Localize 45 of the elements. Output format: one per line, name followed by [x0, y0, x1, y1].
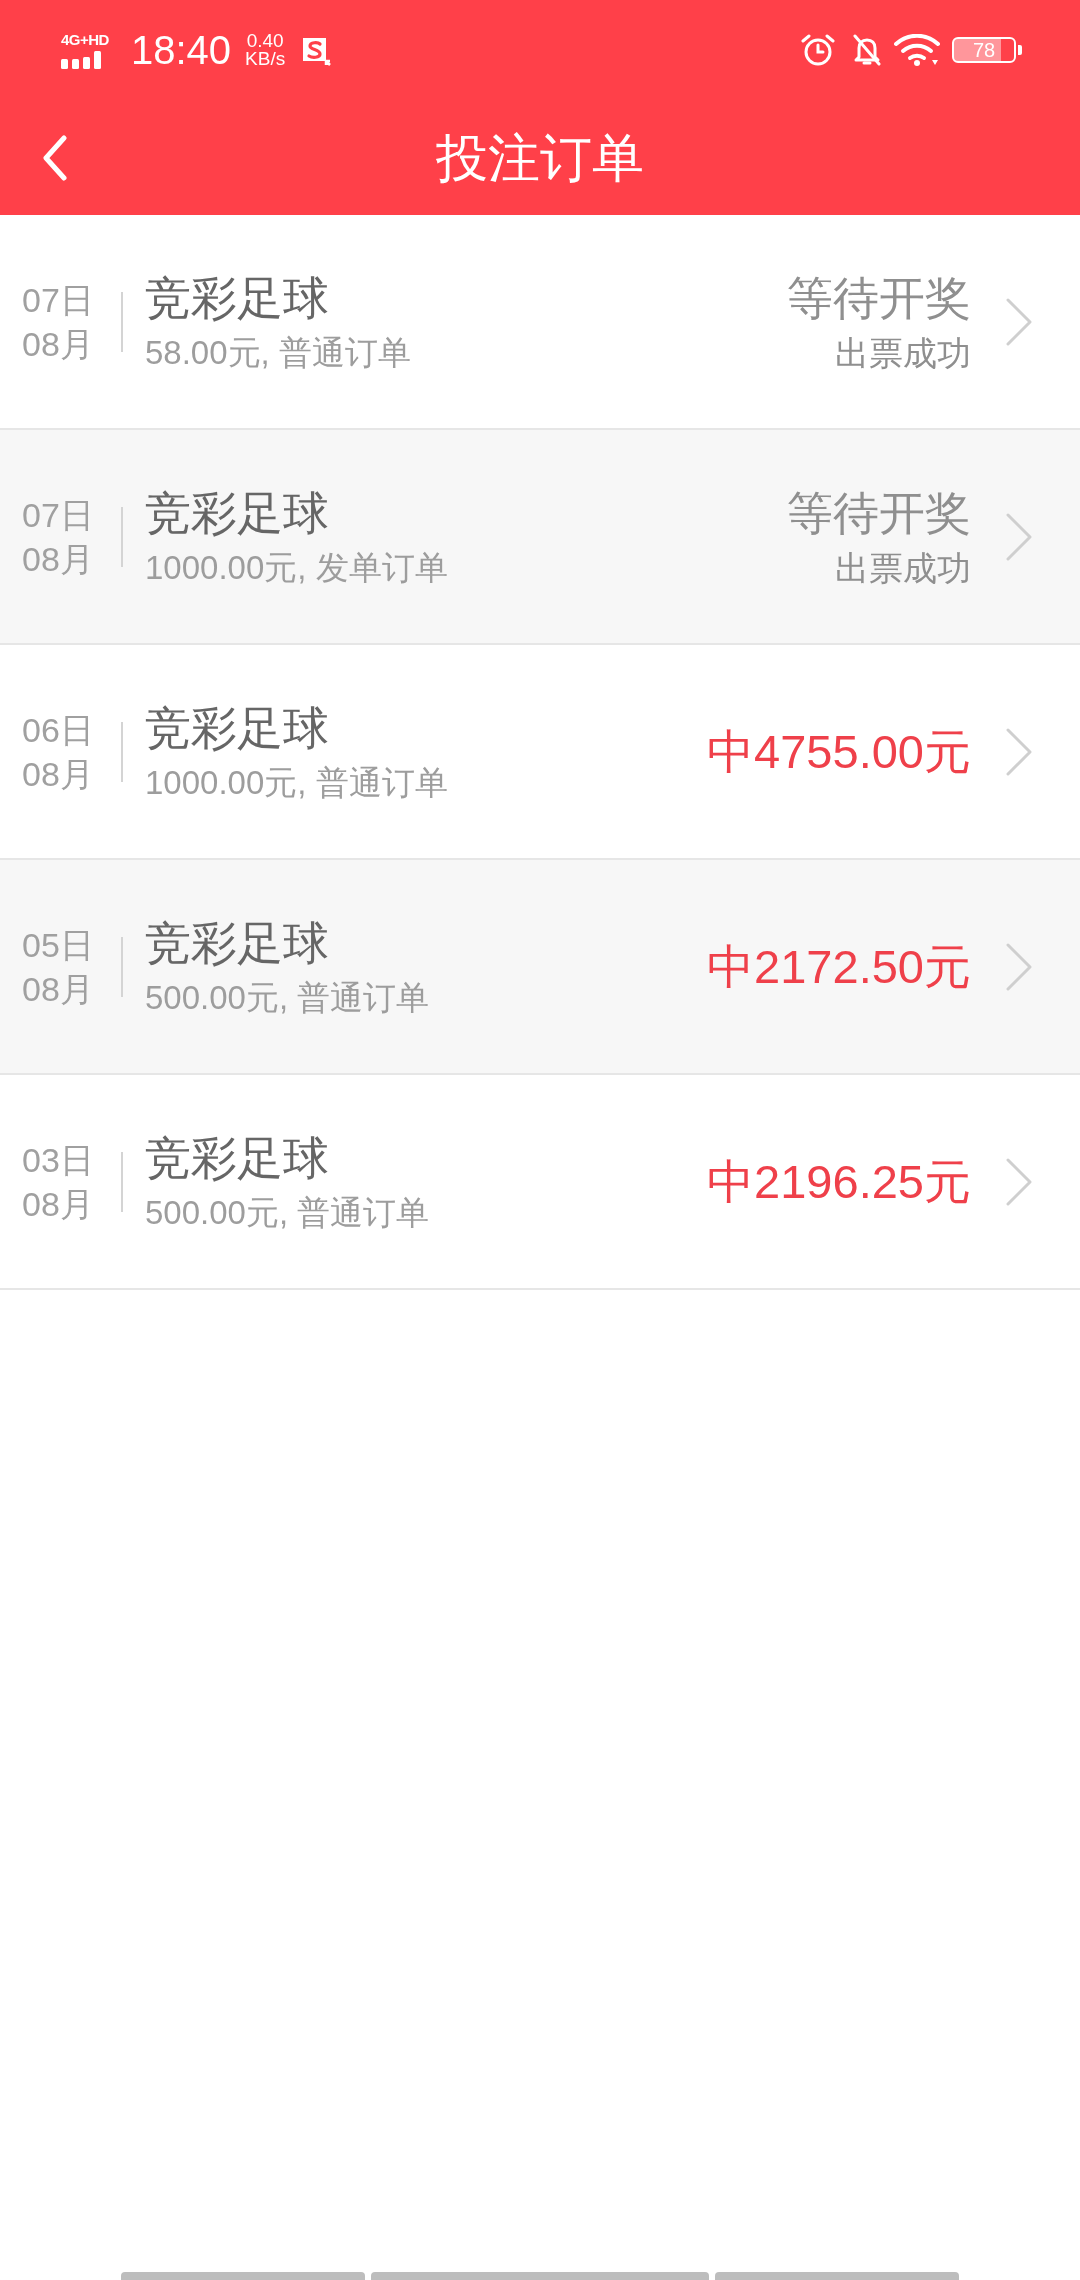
- chevron-right-icon: [1005, 296, 1033, 347]
- order-month: 08月: [22, 968, 95, 1010]
- order-day: 03日: [22, 1137, 98, 1182]
- wifi-icon: [894, 34, 940, 66]
- ticket-status: 出票成功: [835, 332, 971, 374]
- order-detail: 1000.00元, 普通订单: [145, 762, 449, 803]
- order-day: 05日: [22, 922, 98, 967]
- ticket-status: 出票成功: [835, 547, 971, 589]
- order-title: 竞彩足球: [145, 1130, 330, 1186]
- page-title: 投注订单: [436, 127, 644, 188]
- chevron-right-icon: [1005, 511, 1033, 562]
- order-month: 08月: [22, 753, 95, 795]
- network-speed-value: 0.40: [246, 32, 284, 50]
- signal-icon: [61, 50, 103, 69]
- order-status: 等待开奖: [787, 485, 971, 541]
- order-day: 07日: [22, 492, 98, 537]
- order-month: 08月: [22, 323, 95, 365]
- network-speed-unit: KB/s: [245, 50, 286, 68]
- order-title: 竞彩足球: [145, 915, 330, 971]
- order-month: 08月: [22, 538, 95, 580]
- chevron-right-icon: [1005, 941, 1033, 992]
- status-time: 18:40: [131, 30, 232, 70]
- order-title: 竞彩足球: [145, 485, 330, 541]
- prize-amount: 中2172.50元: [707, 938, 971, 995]
- chevron-right-icon: [1005, 1156, 1033, 1207]
- order-status: 等待开奖: [787, 270, 971, 326]
- prize-amount: 中4755.00元: [707, 723, 971, 780]
- order-row[interactable]: 05日 08月 竞彩足球 500.00元, 普通订单 中2172.50元: [0, 860, 1080, 1075]
- order-detail: 500.00元, 普通订单: [145, 977, 431, 1018]
- alarm-clock-icon: [801, 34, 835, 66]
- order-row[interactable]: 03日 08月 竞彩足球 500.00元, 普通订单 中2196.25元: [0, 1075, 1080, 1290]
- chevron-right-icon: [1005, 726, 1033, 777]
- order-row[interactable]: 07日 08月 竞彩足球 1000.00元, 发单订单 等待开奖 出票成功: [0, 430, 1080, 645]
- prize-amount: 中2196.25元: [707, 1153, 971, 1210]
- order-title: 竞彩足球: [145, 270, 330, 326]
- order-detail: 500.00元, 普通订单: [145, 1192, 431, 1233]
- network-type-label: 4G+HD: [61, 31, 109, 48]
- order-title: 竞彩足球: [145, 700, 330, 756]
- order-detail: 1000.00元, 发单订单: [145, 547, 449, 588]
- muted-bell-icon: [852, 34, 882, 66]
- order-month: 08月: [22, 1183, 95, 1225]
- battery-percentage: 78: [972, 40, 996, 60]
- order-day: 06日: [22, 707, 98, 752]
- order-detail: 58.00元, 普通订单: [145, 332, 412, 373]
- order-day: 07日: [22, 277, 98, 322]
